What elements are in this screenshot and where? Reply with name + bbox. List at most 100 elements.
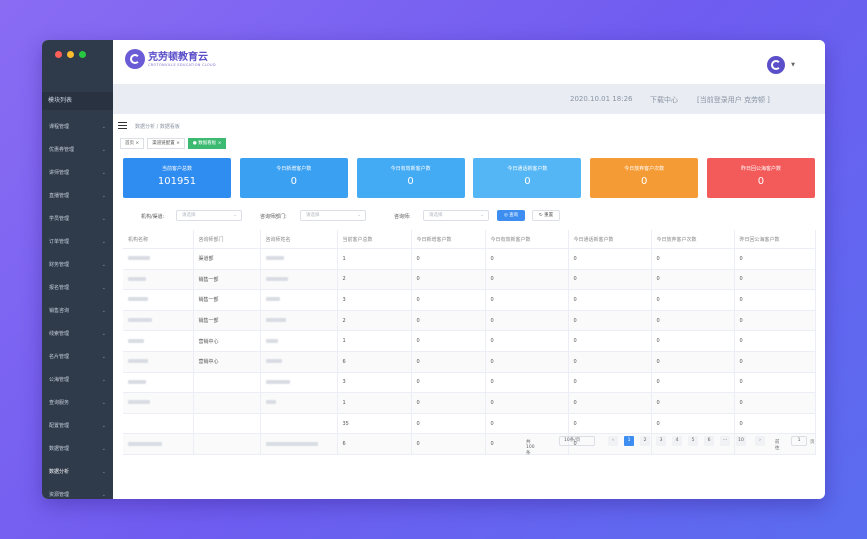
cell-dept — [193, 413, 261, 435]
sidebar-item[interactable]: 报名管理 ⌄ — [42, 277, 113, 300]
redacted-text — [265, 276, 288, 281]
tab-item[interactable]: 首页 × — [120, 138, 145, 149]
menu-toggle-icon[interactable] — [118, 122, 127, 131]
sidebar-item[interactable]: 学员管理 ⌄ — [42, 208, 113, 231]
page-number-button[interactable]: ··· — [720, 436, 730, 446]
sidebar-item-label: 配置管理 — [49, 423, 70, 429]
goto-page-input[interactable]: 1 — [791, 436, 807, 446]
table-header-cell[interactable]: 今日有效新客户数 — [485, 230, 569, 249]
sidebar-item[interactable]: 讲师管理 ⌄ — [42, 162, 113, 185]
page-size-select[interactable]: 10条/页 — [559, 436, 595, 446]
page-number-button[interactable]: 2 — [640, 436, 650, 446]
cell-metric: 0 — [411, 269, 486, 291]
cell-metric: 0 — [651, 413, 735, 435]
search-button[interactable]: ◎ 查询 — [497, 210, 525, 221]
sidebar-item[interactable]: 配置管理 ⌄ — [42, 415, 113, 438]
table-row[interactable]: 销售一部 2 0 0 0 0 0 — [123, 269, 816, 291]
sidebar-item[interactable]: 数据分析 ⌄ — [42, 461, 113, 484]
table-header-row: 机构名称 咨询师部门 咨询师姓名 当前客户总数 今日新增客户数 今日有效新客户数 今日通话新… — [123, 230, 816, 249]
table-row[interactable]: 300000 — [123, 372, 816, 394]
sidebar-item[interactable]: 名片管理 ⌄ — [42, 346, 113, 369]
sidebar-item[interactable]: 公海管理 ⌄ — [42, 369, 113, 392]
redacted-text — [128, 318, 152, 323]
cell-metric: 0 — [734, 330, 816, 352]
table-header-cell[interactable]: 今日通话新客户数 — [568, 230, 652, 249]
cell-consultant — [260, 289, 338, 311]
page-number-button[interactable]: 3 — [656, 436, 666, 446]
app-window: 模块列表 课程管理 ⌄ 优惠券管理 ⌄ 讲师管理 ⌄ 直播管理 ⌄ 学员管理 ⌄ 订单管理 ⌄ 财务管理… — [42, 40, 825, 499]
cell-consultant — [260, 433, 338, 455]
redacted-text — [265, 297, 280, 302]
sidebar-item[interactable]: 销售咨询 ⌄ — [42, 300, 113, 323]
cell-metric: 0 — [734, 392, 816, 414]
table-header-cell[interactable]: 今日新增客户数 — [411, 230, 486, 249]
table-header-cell[interactable]: 咨询师姓名 — [260, 230, 338, 249]
consultant-select[interactable]: 请选择 ⌄ — [423, 210, 489, 221]
goto-suffix: 页 — [810, 440, 815, 445]
cell-metric: 0 — [485, 351, 569, 373]
cell-metric: 0 — [568, 413, 652, 435]
cell-metric: 0 — [651, 351, 735, 373]
tab-item[interactable]: ● 数据看板 × — [187, 138, 227, 149]
sidebar-item[interactable]: 资源管理 ⌄ — [42, 484, 113, 499]
sidebar-item[interactable]: 直播管理 ⌄ — [42, 185, 113, 208]
sidebar-item[interactable]: 财务管理 ⌄ — [42, 254, 113, 277]
cell-metric: 0 — [568, 269, 652, 291]
cell-dept: 营销中心 — [193, 351, 261, 373]
cell-consultant — [260, 269, 338, 291]
cell-metric: 0 — [568, 289, 652, 311]
prev-page-button[interactable]: ‹ — [608, 436, 618, 446]
sidebar-item[interactable]: 课程管理 ⌄ — [42, 116, 113, 139]
cell-metric: 0 — [651, 269, 735, 291]
table-row[interactable]: 100000 — [123, 392, 816, 414]
minimize-window-button[interactable] — [67, 51, 74, 58]
sidebar-item-label: 报名管理 — [49, 285, 70, 291]
table-row[interactable]: 35 0 0 0 0 0 — [123, 413, 816, 435]
user-avatar[interactable] — [767, 56, 785, 74]
page-number-button[interactable]: 10 — [736, 436, 746, 446]
table-row[interactable]: 销售一部 3 0 0 0 0 0 — [123, 289, 816, 311]
page-number-button[interactable]: 4 — [672, 436, 682, 446]
page-number-button[interactable]: 6 — [704, 436, 714, 446]
table-row[interactable]: 销售一部 2 0 0 0 0 0 — [123, 310, 816, 332]
sidebar-item-label: 数据管理 — [49, 446, 70, 452]
cell-dept: 销售一部 — [193, 310, 261, 332]
download-center-link[interactable]: 下载中心 — [650, 95, 678, 105]
close-window-button[interactable] — [55, 51, 62, 58]
table-header-cell[interactable]: 昨日回公海客户数 — [734, 230, 816, 249]
caret-down-icon[interactable]: ▼ — [791, 62, 795, 68]
table-header-cell[interactable]: 今日放弃客户次数 — [651, 230, 735, 249]
sidebar-item[interactable]: 订单管理 ⌄ — [42, 231, 113, 254]
logo[interactable]: 克劳顿教育云 CROTONVILLE EDUCATION CLOUD — [125, 49, 216, 69]
cell-metric: 0 — [411, 433, 486, 455]
tab-item[interactable]: 渠道链配置 × — [147, 138, 185, 149]
cell-dept — [193, 372, 261, 394]
dept-select-placeholder: 请选择 — [306, 213, 320, 218]
next-page-button[interactable]: › — [755, 436, 765, 446]
table-row[interactable]: 营销中心 1 0 0 0 0 0 — [123, 330, 816, 352]
sidebar-item[interactable]: 数据管理 ⌄ — [42, 438, 113, 461]
reset-button[interactable]: ↻ 重置 — [532, 210, 560, 221]
maximize-window-button[interactable] — [79, 51, 86, 58]
page-number-button[interactable]: 1 — [624, 436, 634, 446]
cell-org — [123, 433, 194, 455]
table-row[interactable]: 营销中心 6 0 0 0 0 0 — [123, 351, 816, 373]
cell-metric: 0 — [734, 269, 816, 291]
table-header-cell[interactable]: 机构名称 — [123, 230, 194, 249]
cell-metric: 0 — [411, 392, 486, 414]
chevron-down-icon: ⌄ — [101, 147, 106, 153]
cell-metric: 0 — [411, 372, 486, 394]
sidebar-item[interactable]: 查询服务 ⌄ — [42, 392, 113, 415]
table-header-cell[interactable]: 当前客户总数 — [337, 230, 412, 249]
header: 克劳顿教育云 CROTONVILLE EDUCATION CLOUD ▼ — [113, 40, 825, 84]
dept-select[interactable]: 请选择 ⌄ — [300, 210, 366, 221]
org-select[interactable]: 请选择 ⌄ — [176, 210, 242, 221]
sidebar-item[interactable]: 线索管理 ⌄ — [42, 323, 113, 346]
cell-org — [123, 269, 194, 291]
table-row[interactable]: 渠道部 1 0 0 0 0 0 — [123, 248, 816, 270]
stat-card-value: 0 — [757, 176, 765, 187]
cell-metric: 0 — [734, 372, 816, 394]
table-header-cell[interactable]: 咨询师部门 — [193, 230, 261, 249]
sidebar-item[interactable]: 优惠券管理 ⌄ — [42, 139, 113, 162]
page-number-button[interactable]: 5 — [688, 436, 698, 446]
